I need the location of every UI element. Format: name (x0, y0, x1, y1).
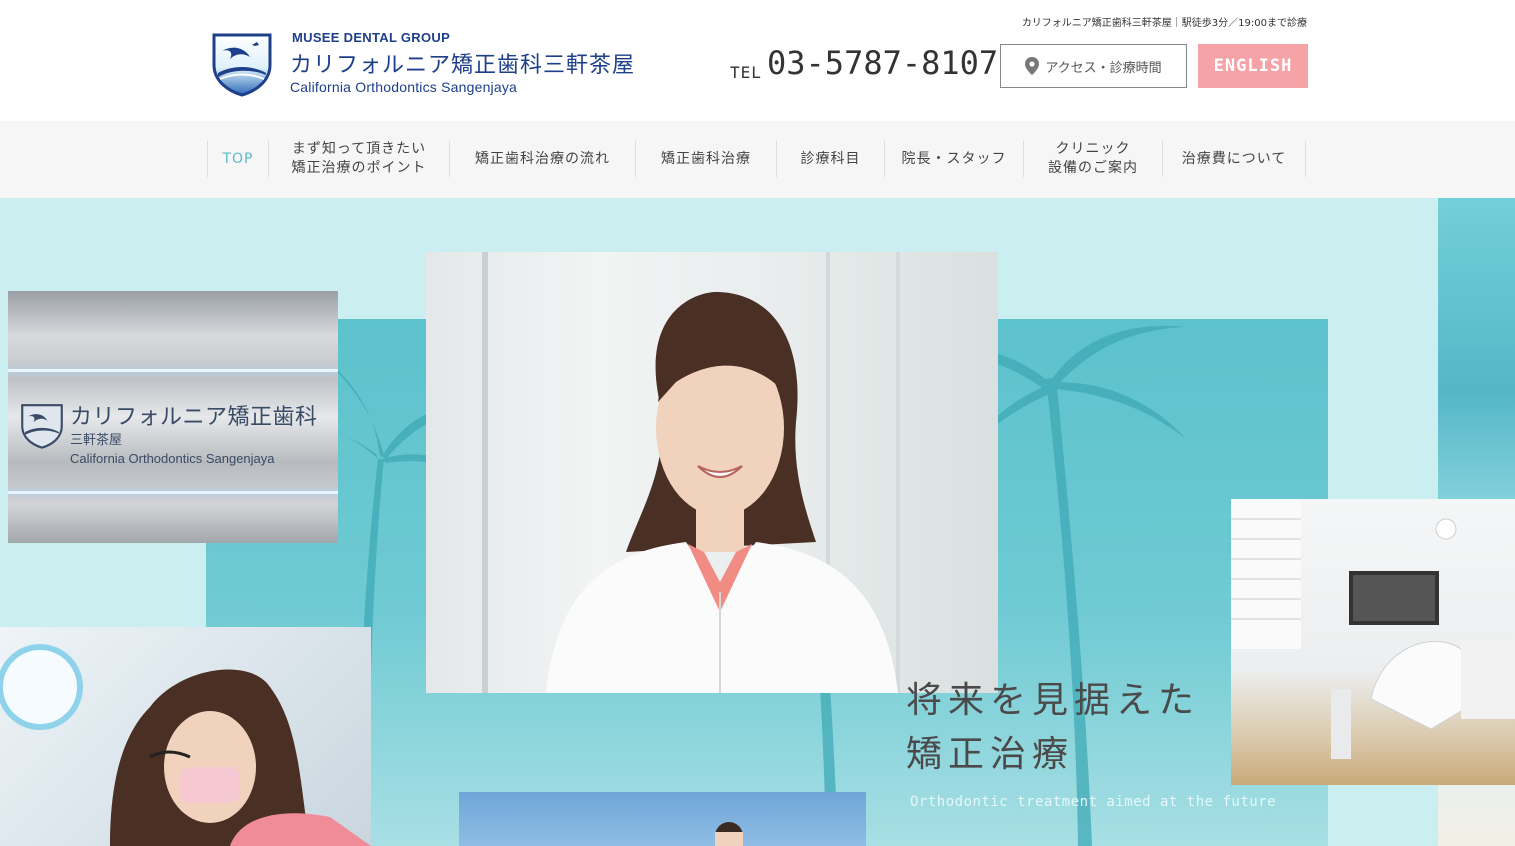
access-button-label: アクセス・診療時間 (1045, 60, 1162, 76)
catchcopy-line-2: 矯正治療 (906, 734, 1075, 775)
site-header: MUSEE DENTAL GROUP カリフォルニア矯正歯科三軒茶屋 Calif… (0, 0, 1515, 121)
nav-item-fees[interactable]: 治療費について (1162, 141, 1306, 177)
nav-item-facilities[interactable]: クリニック 設備のご案内 (1023, 141, 1162, 177)
hero-catchcopy-en: Orthodontic treatment aimed at the futur… (910, 794, 1277, 810)
phone-number[interactable]: TEL 03-5787-8107 (730, 44, 998, 82)
global-nav: TOP まず知って頂きたい 矯正治療のポイント 矯正歯科治療の流れ 矯正歯科治療… (0, 121, 1515, 198)
sign-logo-icon (21, 404, 63, 449)
map-pin-icon (1025, 57, 1040, 75)
english-button[interactable]: ENGLISH (1198, 44, 1308, 88)
catchcopy-line-1: 将来を見据えた (906, 680, 1201, 721)
nav-item-staff[interactable]: 院長・スタッフ (884, 141, 1023, 177)
nav-item-orthodontics[interactable]: 矯正歯科治療 (635, 141, 776, 177)
sign-text-en: California Orthodontics Sangenjaya (70, 451, 275, 466)
nav-item-top[interactable]: TOP (207, 141, 268, 177)
header-tagline: カリフォルニア矯正歯科三軒茶屋｜駅徒歩3分／19:00まで診療 (1021, 18, 1307, 29)
clinic-name-en[interactable]: California Orthodontics Sangenjaya (290, 79, 517, 95)
beach-photo (459, 792, 866, 846)
hero-section: カリフォルニア矯正歯科 三軒茶屋 California Orthodontics… (0, 198, 1515, 846)
tel-number: 03-5787-8107 (767, 44, 999, 82)
nav-item-flow[interactable]: 矯正歯科治療の流れ (449, 141, 635, 177)
director-portrait-photo (426, 252, 998, 693)
hero-catchcopy: 将来を見据えた 矯正治療 (906, 674, 1200, 782)
tel-label: TEL (730, 63, 762, 82)
nav-item-departments[interactable]: 診療科目 (776, 141, 884, 177)
staff-at-work-photo (0, 627, 371, 846)
sign-text-ja: カリフォルニア矯正歯科 (70, 405, 318, 430)
access-hours-button[interactable]: アクセス・診療時間 (1000, 44, 1187, 88)
sign-text-sub: 三軒茶屋 (70, 433, 123, 448)
clinic-name-ja[interactable]: カリフォルニア矯正歯科三軒茶屋 (290, 47, 635, 79)
treatment-room-photo (1231, 499, 1515, 785)
nav-item-points[interactable]: まず知って頂きたい 矯正治療のポイント (268, 141, 449, 177)
group-name: MUSEE DENTAL GROUP (292, 30, 451, 45)
clinic-sign-photo: カリフォルニア矯正歯科 三軒茶屋 California Orthodontics… (8, 291, 338, 543)
clinic-logo-icon[interactable] (208, 29, 276, 97)
